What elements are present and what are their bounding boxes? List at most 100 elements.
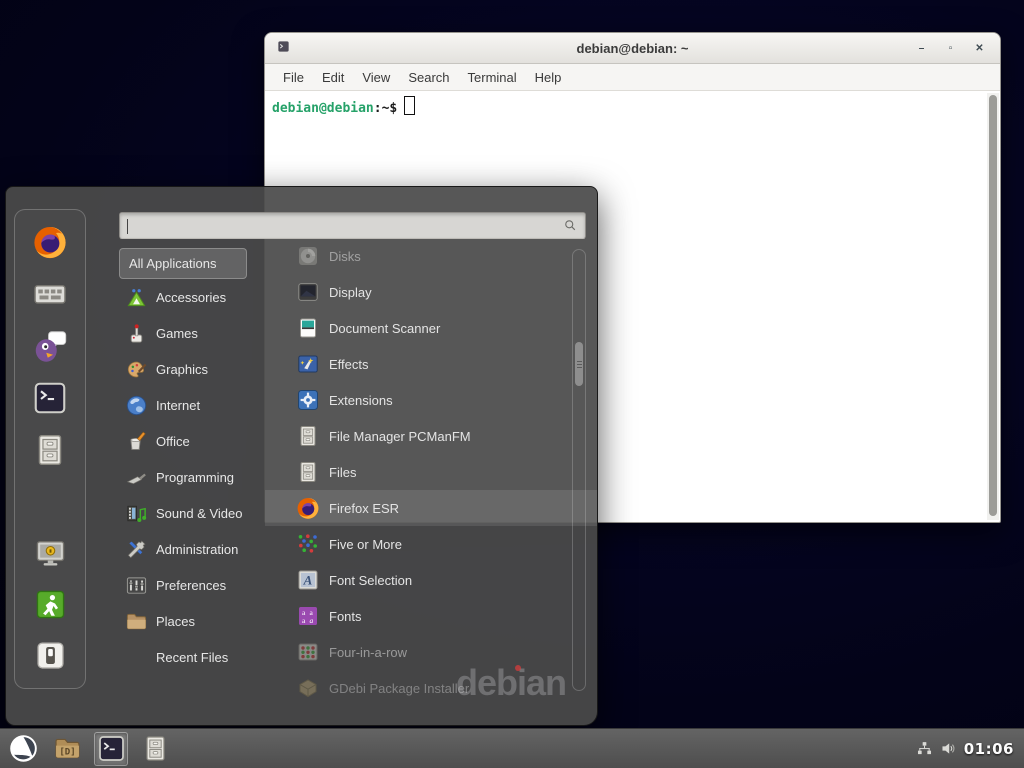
- clock[interactable]: 01:06: [964, 740, 1014, 758]
- app-gdebi-package-installer[interactable]: GDebi Package Installer: [265, 670, 597, 706]
- programming-icon: [125, 466, 148, 489]
- five-or-more-icon: [296, 532, 320, 556]
- app-disks[interactable]: Disks: [265, 238, 597, 274]
- category-list: All Applications Accessories Games Graph…: [119, 248, 269, 675]
- firefox-icon[interactable]: [32, 224, 68, 260]
- font-selection-icon: A: [296, 568, 320, 592]
- prompt-path: :~$: [374, 101, 397, 116]
- minimize-icon[interactable]: –: [915, 42, 928, 55]
- four-in-a-row-icon: [296, 640, 320, 664]
- application-menu: debian All Applications: [5, 186, 598, 726]
- category-preferences[interactable]: Preferences: [119, 567, 269, 603]
- volume-icon[interactable]: [940, 740, 957, 757]
- window-controls: – ▫ ✕: [915, 42, 1000, 55]
- file-manager-task-button[interactable]: [138, 732, 172, 766]
- menu-button[interactable]: [6, 732, 40, 766]
- file-cabinet-icon: [296, 460, 320, 484]
- text-caret: [127, 219, 128, 234]
- category-graphics[interactable]: Graphics: [119, 351, 269, 387]
- terminal-icon: [97, 734, 126, 763]
- preferences-icon: [125, 574, 148, 597]
- category-programming[interactable]: Programming: [119, 459, 269, 495]
- category-sound-video[interactable]: Sound & Video: [119, 495, 269, 531]
- extensions-icon: [296, 388, 320, 412]
- desktop: debian@debian: ~ – ▫ ✕ File Edit View Se…: [0, 0, 1024, 768]
- terminal-scrollbar-thumb[interactable]: [989, 95, 997, 516]
- menu-search-field[interactable]: [119, 212, 586, 239]
- category-internet[interactable]: Internet: [119, 387, 269, 423]
- category-office[interactable]: Office: [119, 423, 269, 459]
- keyboard-icon[interactable]: [32, 276, 68, 312]
- search-icon: [563, 218, 578, 233]
- terminal-menubar: File Edit View Search Terminal Help: [265, 64, 1000, 91]
- file-cabinet-icon[interactable]: [32, 432, 68, 468]
- places-icon: [125, 610, 148, 633]
- pidgin-icon[interactable]: [32, 328, 68, 364]
- terminal-icon[interactable]: [32, 380, 68, 416]
- search-input[interactable]: [120, 213, 563, 238]
- menu-search[interactable]: Search: [399, 70, 458, 85]
- folder-d-icon: [D]: [53, 734, 82, 763]
- app-document-scanner[interactable]: Document Scanner: [265, 310, 597, 346]
- shutdown-icon[interactable]: [34, 639, 67, 672]
- app-list-scrollbar[interactable]: [572, 249, 586, 691]
- desktop-folder-launcher[interactable]: [D]: [50, 732, 84, 766]
- app-file-manager-pcmanfm[interactable]: File Manager PCManFM: [265, 418, 597, 454]
- file-cabinet-icon: [141, 734, 170, 763]
- app-four-in-a-row[interactable]: Four-in-a-row: [265, 634, 597, 670]
- app-extensions[interactable]: Extensions: [265, 382, 597, 418]
- app-font-selection[interactable]: A Font Selection: [265, 562, 597, 598]
- network-icon[interactable]: [916, 740, 933, 757]
- no-icon: [125, 646, 148, 669]
- menu-help[interactable]: Help: [526, 70, 571, 85]
- category-accessories[interactable]: Accessories: [119, 279, 269, 315]
- sound-video-icon: [125, 502, 148, 525]
- internet-icon: [125, 394, 148, 417]
- file-cabinet-icon: [296, 424, 320, 448]
- document-scanner-icon: [296, 316, 320, 340]
- lock-screen-icon[interactable]: [34, 537, 67, 570]
- gdebi-icon: [296, 676, 320, 700]
- favorites-sidebar: [14, 209, 86, 689]
- menu-view[interactable]: View: [353, 70, 399, 85]
- window-title: debian@debian: ~: [265, 41, 1000, 56]
- display-icon: [296, 280, 320, 304]
- menu-terminal[interactable]: Terminal: [459, 70, 526, 85]
- close-icon[interactable]: ✕: [973, 42, 986, 55]
- category-all-applications[interactable]: All Applications: [119, 248, 247, 279]
- terminal-titlebar[interactable]: debian@debian: ~ – ▫ ✕: [265, 33, 1000, 64]
- maximize-icon[interactable]: ▫: [944, 42, 957, 55]
- application-list: Disks Display Document Scanner Effects E…: [265, 238, 597, 706]
- fonts-icon: aaaa: [296, 604, 320, 628]
- effects-icon: [296, 352, 320, 376]
- taskbar: [D] 01:06: [0, 728, 1024, 768]
- app-fonts[interactable]: aaaa Fonts: [265, 598, 597, 634]
- svg-text:a: a: [310, 616, 314, 625]
- disks-icon: [296, 244, 320, 268]
- svg-text:A: A: [303, 573, 313, 588]
- administration-icon: [125, 538, 148, 561]
- menu-edit[interactable]: Edit: [313, 70, 353, 85]
- graphics-icon: [125, 358, 148, 381]
- app-effects[interactable]: Effects: [265, 346, 597, 382]
- menu-file[interactable]: File: [274, 70, 313, 85]
- app-list-scrollbar-thumb[interactable]: [575, 342, 583, 386]
- office-icon: [125, 430, 148, 453]
- app-five-or-more[interactable]: Five or More: [265, 526, 597, 562]
- app-display[interactable]: Display: [265, 274, 597, 310]
- accessories-icon: [125, 286, 148, 309]
- prompt-user-host: debian@debian: [272, 101, 374, 116]
- category-recent-files[interactable]: Recent Files: [119, 639, 269, 675]
- logout-icon[interactable]: [34, 588, 67, 621]
- terminal-cursor: [404, 96, 415, 115]
- category-places[interactable]: Places: [119, 603, 269, 639]
- app-files[interactable]: Files: [265, 454, 597, 490]
- terminal-task-button[interactable]: [94, 732, 128, 766]
- category-administration[interactable]: Administration: [119, 531, 269, 567]
- svg-text:[D]: [D]: [59, 748, 75, 758]
- category-games[interactable]: Games: [119, 315, 269, 351]
- app-firefox-esr[interactable]: Firefox ESR: [265, 490, 597, 526]
- system-tray: 01:06: [916, 740, 1018, 758]
- distro-circle-icon: [9, 734, 38, 763]
- terminal-scrollbar[interactable]: [987, 93, 999, 520]
